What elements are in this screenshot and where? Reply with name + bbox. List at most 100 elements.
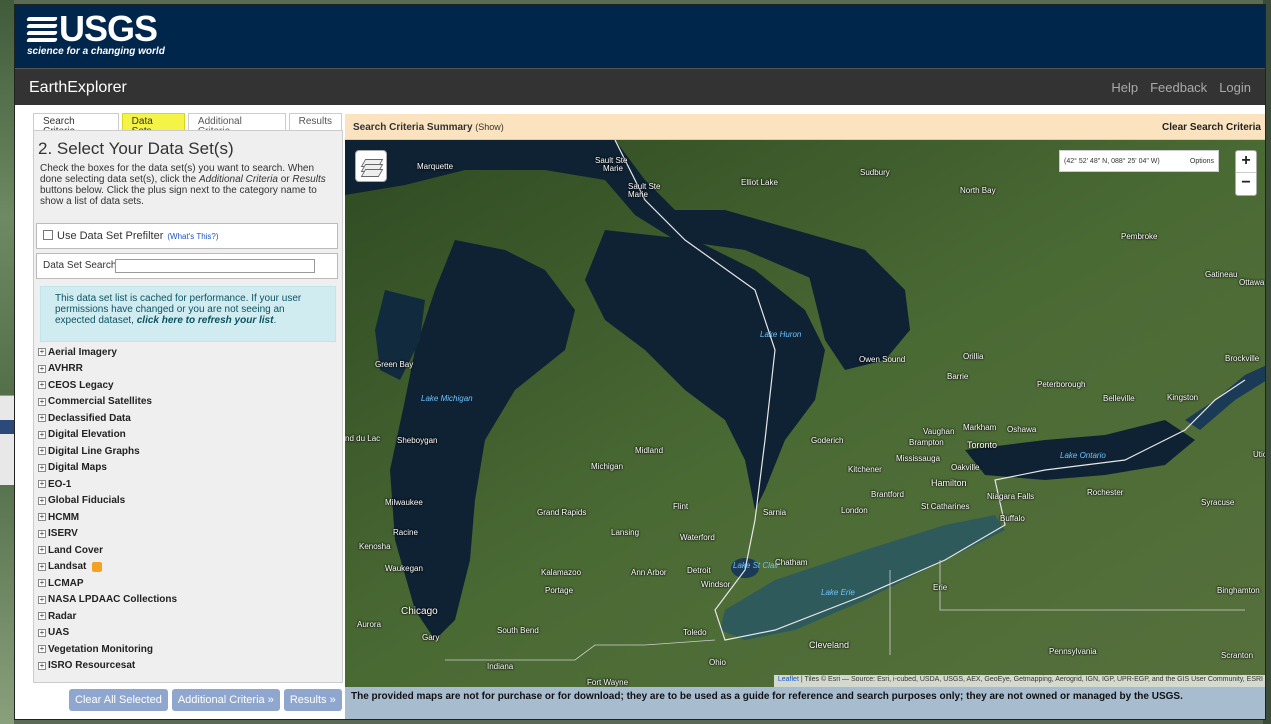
map-label: Aurora: [357, 620, 382, 629]
map-label: Chatham: [775, 558, 808, 567]
login-link[interactable]: Login: [1219, 80, 1251, 95]
map-label: Midland: [635, 446, 664, 455]
list-item[interactable]: + Digital Line Graphs: [38, 443, 338, 460]
map-label: Brockville: [1225, 354, 1260, 363]
expand-plus-icon[interactable]: +: [38, 529, 46, 538]
list-item[interactable]: + Declassified Data: [38, 410, 338, 427]
expand-plus-icon[interactable]: +: [38, 480, 46, 489]
clear-search-criteria-link[interactable]: Clear Search Criteria: [1162, 122, 1261, 133]
expand-plus-icon[interactable]: +: [38, 348, 46, 357]
map-label: Marie: [628, 190, 649, 199]
usgs-logo[interactable]: USGS: [26, 8, 158, 49]
background-window: [0, 0, 14, 724]
refresh-list-link[interactable]: click here to refresh your list: [137, 315, 274, 326]
expand-plus-icon[interactable]: +: [38, 579, 46, 588]
usgs-logo-text: USGS: [59, 8, 158, 49]
zoom-out-button[interactable]: −: [1236, 173, 1256, 195]
expand-plus-icon[interactable]: +: [38, 364, 46, 373]
map-label: Cleveland: [809, 640, 850, 650]
list-item[interactable]: + Aerial Imagery: [38, 344, 338, 361]
expand-plus-icon[interactable]: +: [38, 430, 46, 439]
expand-plus-icon[interactable]: +: [38, 546, 46, 555]
map-label: Ottawa: [1239, 278, 1265, 287]
tab-results[interactable]: Results: [288, 113, 342, 130]
coordinate-readout: (42° 52' 48" N, 088° 25' 04" W) Options: [1059, 150, 1219, 172]
list-item[interactable]: + AVHRR: [38, 361, 338, 378]
feedback-link[interactable]: Feedback: [1150, 80, 1207, 95]
expand-plus-icon[interactable]: +: [38, 661, 46, 670]
list-item[interactable]: + Land Cover: [38, 542, 338, 559]
data-set-list: + Aerial Imagery + AVHRR + CEOS Legacy + Com…: [38, 344, 338, 674]
leaflet-link[interactable]: Leaflet: [778, 676, 799, 683]
background-window-fragment-dark: [0, 420, 14, 434]
map-label: Marie: [603, 164, 624, 173]
expand-plus-icon[interactable]: +: [38, 513, 46, 522]
map-label: Windsor: [701, 580, 731, 589]
expand-plus-icon[interactable]: +: [38, 562, 46, 571]
prefilter-label[interactable]: Use Data Set Prefilter: [57, 230, 163, 242]
tab-data-sets[interactable]: Data Sets: [121, 113, 185, 137]
expand-plus-icon[interactable]: +: [38, 463, 46, 472]
map-label: Ohio: [709, 658, 726, 667]
layers-icon[interactable]: [355, 150, 387, 182]
map-label: Goderich: [811, 436, 844, 445]
map-label: Oshawa: [1007, 425, 1037, 434]
results-button[interactable]: Results »: [283, 689, 342, 711]
prefilter-help-link[interactable]: (What's This?): [167, 232, 218, 241]
expand-plus-icon[interactable]: +: [38, 595, 46, 604]
clear-all-selected-button[interactable]: Clear All Selected: [69, 689, 168, 711]
list-item[interactable]: + Digital Elevation: [38, 427, 338, 444]
list-item[interactable]: + CEOS Legacy: [38, 377, 338, 394]
map-label: Detroit: [687, 566, 711, 575]
list-item[interactable]: + ISERV: [38, 526, 338, 543]
list-item[interactable]: + Vegetation Monitoring: [38, 641, 338, 658]
expand-plus-icon[interactable]: +: [38, 645, 46, 654]
data-set-search-row: Data Set Search:: [36, 253, 338, 279]
panel-buttons: Clear All Selected Additional Criteria »…: [69, 689, 342, 711]
additional-criteria-button[interactable]: Additional Criteria »: [171, 689, 280, 711]
summary-show-link[interactable]: (Show): [475, 122, 504, 132]
satellite-map[interactable]: Marquette Sault Ste Marie Sault Ste Mari…: [345, 140, 1265, 687]
list-item[interactable]: + Global Fiducials: [38, 493, 338, 510]
list-item[interactable]: + ISRO Resourcesat: [38, 658, 338, 675]
app-title[interactable]: EarthExplorer: [29, 79, 127, 97]
list-item[interactable]: + EO-1: [38, 476, 338, 493]
map-label: Mississauga: [896, 454, 941, 463]
tab-search-criteria[interactable]: Search Criteria: [33, 113, 119, 137]
expand-plus-icon[interactable]: +: [38, 496, 46, 505]
list-item[interactable]: + UAS: [38, 625, 338, 642]
tab-additional-criteria[interactable]: Additional Criteria: [187, 113, 286, 137]
list-item[interactable]: + Landsat: [38, 559, 338, 576]
map-options-button[interactable]: Options: [1190, 158, 1214, 165]
map-label: Oakville: [951, 463, 980, 472]
expand-plus-icon[interactable]: +: [38, 447, 46, 456]
expand-plus-icon[interactable]: +: [38, 414, 46, 423]
list-item[interactable]: + Commercial Satellites: [38, 394, 338, 411]
map-label: Waukegan: [385, 564, 423, 573]
data-sets-panel: 2. Select Your Data Set(s) Check the box…: [33, 130, 343, 683]
map-label: Pembroke: [1121, 232, 1158, 241]
zoom-in-button[interactable]: +: [1236, 151, 1256, 173]
map-label: Orillia: [963, 352, 984, 361]
map-label: Kenosha: [359, 542, 391, 551]
map-label: Sudbury: [860, 168, 890, 177]
expand-plus-icon[interactable]: +: [38, 628, 46, 637]
expand-plus-icon[interactable]: +: [38, 612, 46, 621]
map-label: Gary: [422, 633, 440, 642]
map-label: Ann Arbor: [631, 568, 667, 577]
instructions: Check the boxes for the data set(s) you …: [40, 163, 326, 207]
list-item[interactable]: + Digital Maps: [38, 460, 338, 477]
prefilter-checkbox[interactable]: [43, 230, 53, 240]
help-link[interactable]: Help: [1111, 80, 1138, 95]
list-item[interactable]: + NASA LPDAAC Collections: [38, 592, 338, 609]
data-set-search-input[interactable]: [115, 259, 315, 273]
data-set-search-label: Data Set Search:: [43, 260, 120, 271]
list-item[interactable]: + HCMM: [38, 509, 338, 526]
list-item[interactable]: + Radar: [38, 608, 338, 625]
landsat-info-icon[interactable]: [92, 561, 103, 572]
map-label: Markham: [963, 423, 997, 432]
expand-plus-icon[interactable]: +: [38, 381, 46, 390]
map-label: St Catharines: [921, 502, 970, 511]
expand-plus-icon[interactable]: +: [38, 397, 46, 406]
list-item[interactable]: + LCMAP: [38, 575, 338, 592]
